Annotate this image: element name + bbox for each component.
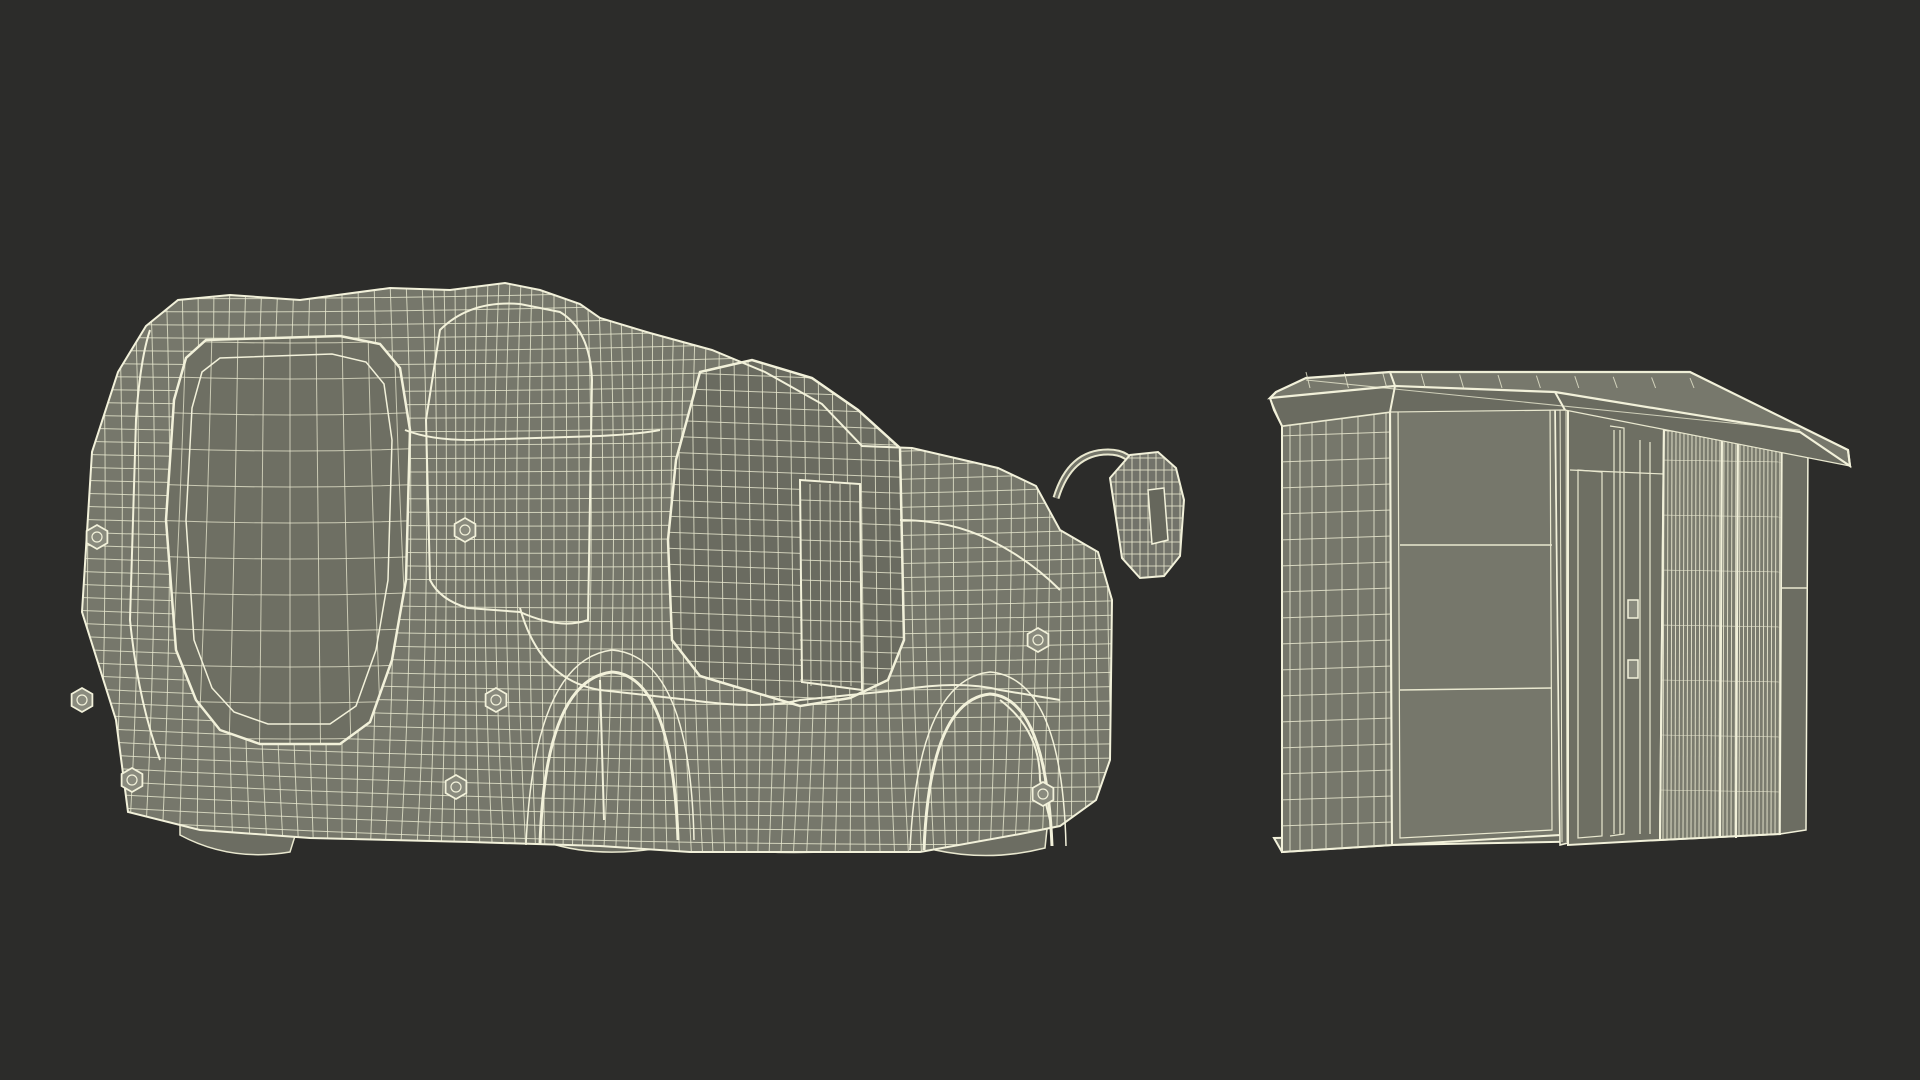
kiosk-curved-wall bbox=[1281, 410, 1394, 854]
kiosk-front-panel bbox=[1388, 391, 1562, 847]
sensor-bolt bbox=[70, 686, 94, 714]
bus-stop-shelter-wireframe bbox=[1267, 370, 1852, 854]
wireframe-render-scene bbox=[0, 0, 1920, 1080]
sensor-bolt bbox=[484, 686, 508, 714]
sensor-bolt bbox=[120, 766, 144, 794]
sensor-bolt bbox=[1026, 626, 1050, 654]
sensor-bolt bbox=[444, 773, 468, 801]
sensor-bolt bbox=[1031, 780, 1055, 808]
door-handle-top bbox=[1627, 599, 1639, 619]
door-handle-bottom bbox=[1627, 659, 1639, 679]
sensor-bolt bbox=[453, 516, 477, 544]
sensor-bolt bbox=[85, 523, 109, 551]
